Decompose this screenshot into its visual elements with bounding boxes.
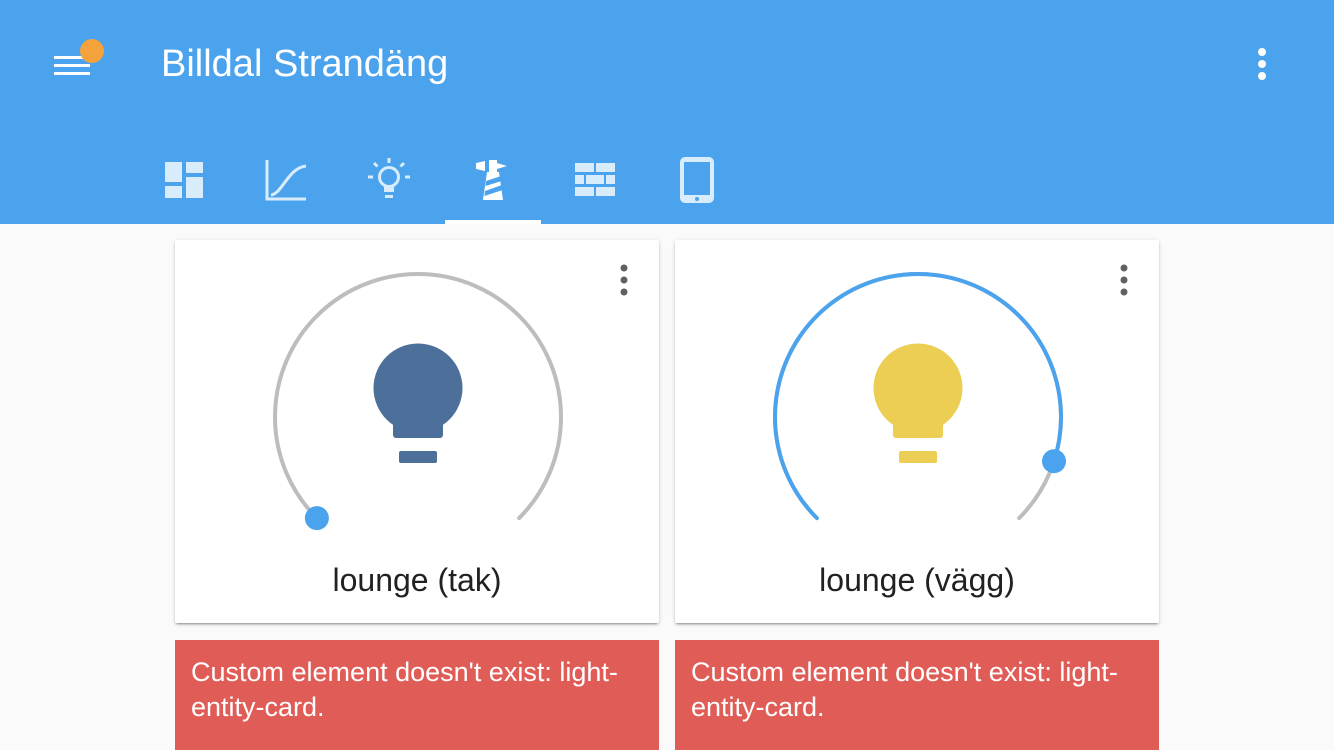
tab-wall[interactable] [547, 136, 643, 224]
light-name[interactable]: lounge (vägg) [675, 558, 1159, 602]
view-dashboard-icon [165, 162, 203, 198]
error-message: Custom element doesn't exist: light-enti… [191, 657, 618, 722]
brightness-handle[interactable] [1042, 449, 1066, 474]
tab-history[interactable] [238, 136, 334, 224]
brightness-dial[interactable] [263, 262, 571, 572]
dots-vertical-icon [620, 264, 628, 296]
brightness-dial[interactable] [763, 262, 1071, 572]
selected-tab-indicator [445, 220, 541, 224]
menu-button[interactable] [46, 36, 106, 92]
card-menu-button[interactable] [611, 262, 637, 300]
light-name[interactable]: lounge (tak) [175, 558, 659, 602]
notification-badge [80, 39, 104, 63]
tab-tablet[interactable] [649, 136, 745, 224]
app-header: Billdal Strandäng [0, 0, 1334, 224]
lightbulb-outline-icon [368, 158, 410, 198]
chart-line-icon [265, 160, 307, 201]
card-menu-button[interactable] [1111, 262, 1137, 300]
tab-lights[interactable] [341, 136, 437, 224]
lightbulb-icon [873, 343, 963, 463]
error-message: Custom element doesn't exist: light-enti… [691, 657, 1118, 722]
dots-vertical-icon [1258, 48, 1266, 80]
error-card: Custom element doesn't exist: light-enti… [675, 640, 1159, 750]
error-card: Custom element doesn't exist: light-enti… [175, 640, 659, 750]
overflow-menu-button[interactable] [1244, 40, 1280, 88]
page-title: Billdal Strandäng [161, 43, 449, 85]
dots-vertical-icon [1120, 264, 1128, 296]
tab-dashboard[interactable] [136, 136, 232, 224]
lightbulb-icon [373, 343, 463, 463]
brightness-handle[interactable] [304, 506, 329, 531]
lighthouse-icon [476, 160, 507, 200]
wall-icon [575, 163, 615, 196]
light-card: lounge (vägg) [675, 240, 1159, 623]
tablet-icon [680, 157, 714, 203]
light-card: lounge (tak) [175, 240, 659, 623]
tab-lighthouse[interactable] [445, 136, 541, 224]
